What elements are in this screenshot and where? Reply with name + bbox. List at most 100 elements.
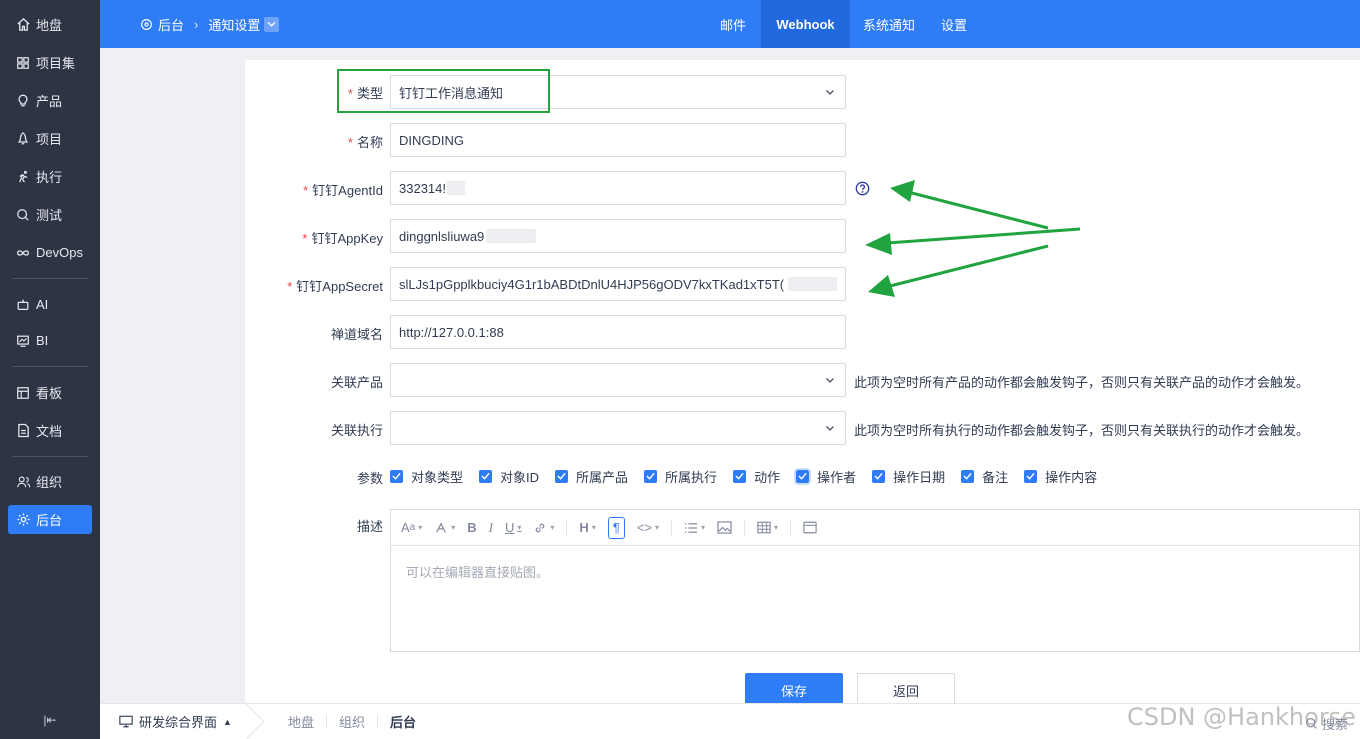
param-checkbox-product[interactable]: 所属产品 — [555, 467, 628, 486]
tab-system-notice[interactable]: 系统通知 — [852, 0, 926, 48]
sidebar-item-label: 测试 — [36, 208, 63, 223]
annotation-arrows — [865, 180, 1081, 297]
agentid-label: * 钉钉AgentId — [303, 183, 383, 198]
list-icon[interactable]: ▾ — [684, 517, 705, 539]
italic-icon[interactable]: I — [489, 517, 493, 539]
text-color-icon[interactable]: ▾ — [434, 517, 455, 539]
search-icon — [1306, 718, 1317, 729]
param-label: 备注 — [982, 469, 1009, 485]
editor-placeholder: 可以在编辑器直接贴图。 — [406, 565, 550, 580]
param-checkbox-object-id[interactable]: 对象ID — [479, 467, 539, 486]
name-input-value: DINGDING — [399, 132, 464, 148]
bottom-link-home[interactable]: 地盘 — [276, 712, 326, 731]
image-icon[interactable] — [717, 517, 732, 539]
sidebar-divider — [12, 456, 88, 457]
checkbox-checked-icon — [1024, 469, 1038, 483]
param-label: 所属产品 — [576, 469, 629, 485]
sidebar-item-execution[interactable]: 执行 — [8, 162, 92, 191]
sidebar-item-bi[interactable]: BI — [8, 326, 92, 355]
interface-switcher-label: 研发综合界面 — [139, 715, 218, 730]
sidebar-item-test[interactable]: 测试 — [8, 200, 92, 229]
grid-icon — [15, 55, 31, 71]
bottom-search[interactable]: 搜索 — [1305, 714, 1348, 733]
admin-gear-icon — [140, 18, 153, 31]
sidebar-item-admin[interactable]: 后台 — [8, 505, 92, 534]
tab-mail[interactable]: 邮件 — [709, 0, 757, 48]
chevron-down-icon — [826, 90, 834, 95]
sidebar-item-label: 地盘 — [36, 18, 63, 33]
sidebar-item-label: 执行 — [36, 170, 63, 185]
checkbox-checked-icon — [390, 469, 403, 483]
save-button[interactable]: 保存 — [745, 673, 843, 707]
tab-settings[interactable]: 设置 — [930, 0, 978, 48]
sidebar-item-program[interactable]: 项目集 — [8, 48, 92, 77]
params-checkbox-group: 对象类型 对象ID 所属产品 所属执行 动作 操作者 操作日期 备注 操作内容 — [390, 467, 1113, 485]
tab-webhook[interactable]: Webhook — [761, 0, 850, 48]
kanban-icon — [15, 385, 31, 401]
breadcrumb-separator — [250, 704, 262, 739]
heading-icon[interactable]: H ▾ — [579, 517, 595, 539]
param-checkbox-execution[interactable]: 所属执行 — [644, 467, 717, 486]
appsecret-input[interactable]: slLJs1pGpplkbuciy4G1r1bABDtDnlU4HJP56gOD… — [390, 267, 846, 301]
font-size-icon[interactable]: Aa ▾ — [401, 517, 422, 539]
param-checkbox-date[interactable]: 操作日期 — [872, 467, 945, 486]
param-label: 操作日期 — [893, 469, 946, 485]
sidebar-item-doc[interactable]: 文档 — [8, 416, 92, 445]
chevron-down-icon[interactable] — [264, 16, 280, 32]
name-input[interactable]: DINGDING — [390, 123, 846, 157]
link-icon[interactable]: ▾ — [533, 517, 554, 539]
underline-icon[interactable]: U ▾ — [505, 517, 521, 539]
search-icon — [15, 207, 31, 223]
breadcrumb-current[interactable]: 通知设置 — [208, 15, 260, 34]
back-button[interactable]: 返回 — [857, 673, 955, 707]
sidebar-item-project[interactable]: 项目 — [8, 124, 92, 153]
sidebar-item-label: 项目 — [36, 132, 63, 147]
domain-input-value: http://127.0.0.1:88 — [399, 324, 504, 340]
product-hint: 此项为空时所有产品的动作都会触发钩子，否则只有关联产品的动作才会触发。 — [854, 375, 1310, 390]
param-checkbox-object-type[interactable]: 对象类型 — [390, 467, 463, 486]
appkey-input[interactable]: dinggnlsliuwa9 — [390, 219, 846, 253]
sidebar-item-devops[interactable]: DevOps — [8, 238, 92, 267]
top-header: 后台 › 通知设置 邮件 Webhook 系统通知 设置 — [100, 0, 1360, 48]
bottom-link-org[interactable]: 组织 — [327, 712, 377, 731]
param-checkbox-actor[interactable]: 操作者 — [794, 467, 857, 486]
product-select[interactable] — [390, 363, 846, 397]
param-label: 动作 — [754, 469, 781, 485]
param-label: 操作者 — [817, 469, 857, 485]
chevron-down-icon — [826, 378, 834, 383]
bold-icon[interactable]: B — [467, 517, 476, 539]
agentid-input[interactable]: 332314! — [390, 171, 846, 205]
execution-hint: 此项为空时所有执行的动作都会触发钩子，否则只有关联执行的动作才会触发。 — [854, 423, 1310, 438]
rocket-icon — [15, 131, 31, 147]
breadcrumb-root[interactable]: 后台 — [158, 15, 184, 34]
checkbox-checked-icon — [733, 469, 747, 483]
infinity-icon — [15, 245, 31, 261]
sidebar-item-org[interactable]: 组织 — [8, 467, 92, 496]
paragraph-icon[interactable]: ¶ — [607, 516, 625, 539]
sidebar-item-product[interactable]: 产品 — [8, 86, 92, 115]
bottom-link-admin[interactable]: 后台 — [378, 712, 428, 731]
collapse-sidebar-icon[interactable]: |⇤ — [41, 712, 59, 728]
sidebar-item-kanban[interactable]: 看板 — [8, 378, 92, 407]
param-checkbox-comment[interactable]: 备注 — [961, 467, 1008, 486]
table-icon[interactable]: ▾ — [757, 517, 778, 539]
fullscreen-icon[interactable] — [803, 517, 817, 539]
breadcrumb: 后台 › 通知设置 — [140, 14, 280, 34]
sidebar-item-label: DevOps — [36, 245, 83, 260]
sidebar-item-home[interactable]: 地盘 — [8, 10, 92, 39]
sidebar-item-ai[interactable]: AI — [8, 290, 92, 319]
param-checkbox-action[interactable]: 动作 — [733, 467, 780, 486]
sidebar: 地盘 项目集 产品 项目 执行 测试 DevOps AI BI 看板 文档 组织… — [0, 0, 100, 739]
run-icon — [15, 169, 31, 185]
domain-input[interactable]: http://127.0.0.1:88 — [390, 315, 846, 349]
appkey-input-value: dinggnlsliuwa9 — [399, 228, 485, 244]
sidebar-item-label: 产品 — [36, 94, 63, 109]
rich-text-editor[interactable]: Aa ▾ ▾ B I U ▾ ▾ H ▾ ¶ <> ▾ ▾ ▾ 可以在编辑器直接贴图。 — [390, 509, 1360, 652]
code-icon[interactable]: <> ▾ — [637, 517, 659, 539]
param-label: 所属执行 — [665, 469, 718, 485]
execution-label: 关联执行 — [330, 423, 383, 438]
execution-select[interactable] — [390, 411, 846, 445]
redaction-block — [788, 277, 837, 291]
annotation-highlight-box — [337, 69, 550, 113]
param-checkbox-content[interactable]: 操作内容 — [1024, 467, 1097, 486]
